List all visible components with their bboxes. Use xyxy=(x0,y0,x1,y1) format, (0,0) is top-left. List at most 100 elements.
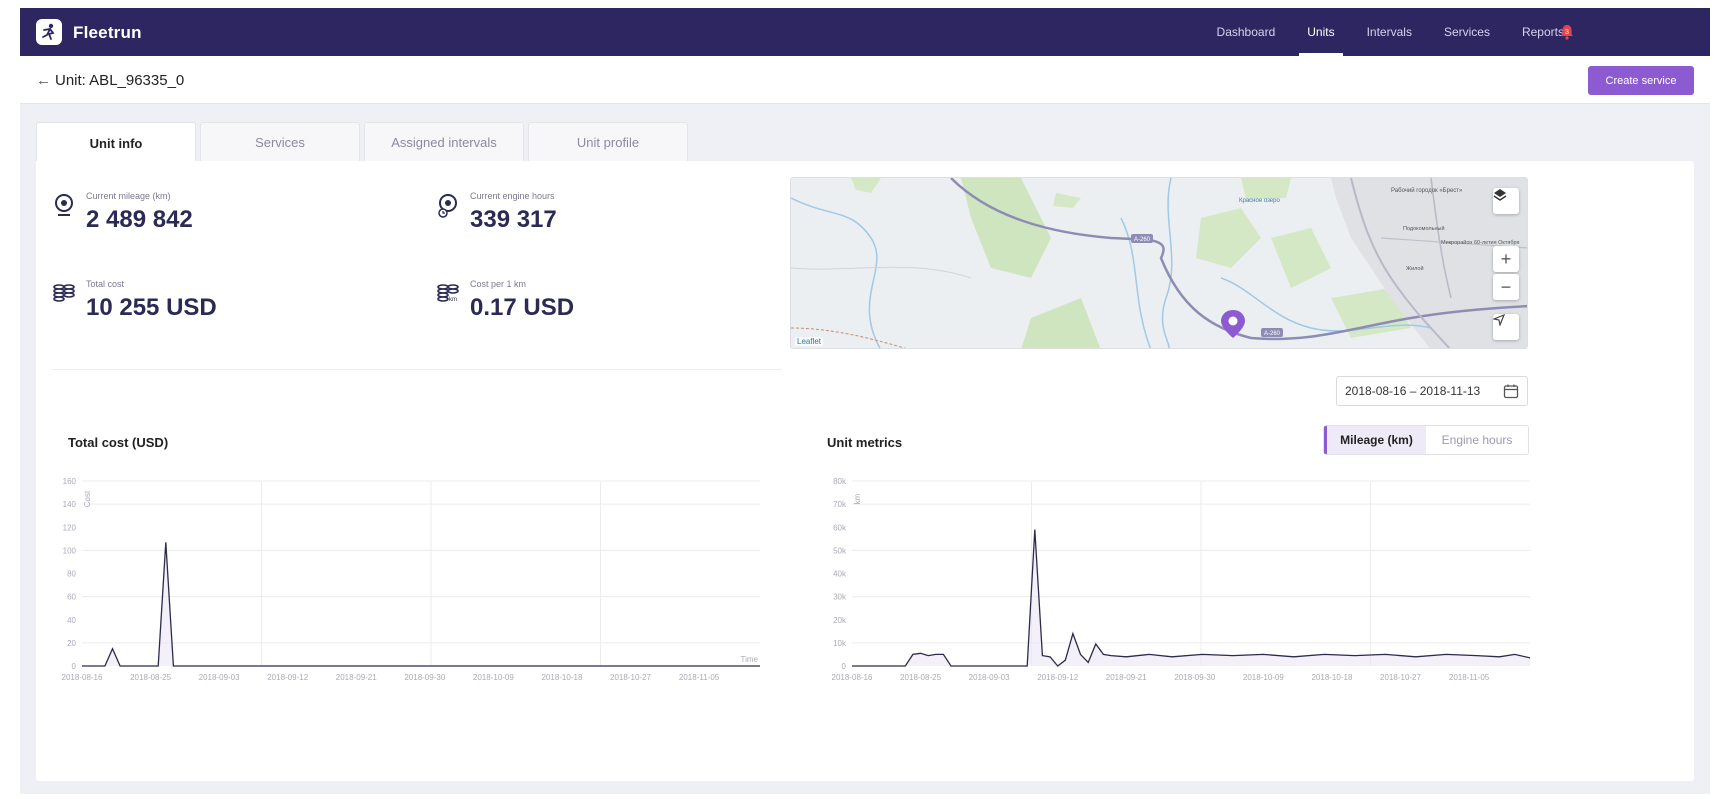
y-tick-label: 10k xyxy=(833,639,847,648)
x-tick-label: 2018-10-18 xyxy=(1311,673,1352,682)
x-tick-label: 2018-10-27 xyxy=(610,673,651,682)
app-window: Fleetrun Dashboard Units Intervals Servi… xyxy=(20,8,1710,794)
y-tick-label: 100 xyxy=(63,546,77,555)
map-place-label: Подокомольный xyxy=(1403,225,1445,232)
page-header: ← Unit: ABL_96335_0 Create service xyxy=(20,56,1710,104)
tab-assigned-intervals[interactable]: Assigned intervals xyxy=(364,122,524,162)
tab-unit-info[interactable]: Unit info xyxy=(36,122,196,163)
stat-label: Cost per 1 km xyxy=(470,279,527,289)
map-place-label: Жилой xyxy=(1406,265,1424,272)
x-tick-label: 2018-08-16 xyxy=(832,673,873,682)
create-service-button[interactable]: Create service xyxy=(1588,66,1694,95)
y-tick-label: 0 xyxy=(842,662,847,671)
y-axis-label: km xyxy=(853,493,862,504)
coins-per-km-icon: km xyxy=(437,284,459,303)
main-nav: Dashboard Units Intervals Services Repor… xyxy=(1201,8,1580,56)
map-locate-icon[interactable] xyxy=(1493,314,1519,340)
brand-name[interactable]: Fleetrun xyxy=(73,23,142,43)
map-tiles[interactable]: A-260 A-260 Красное озеро Рабочий городо… xyxy=(791,178,1528,349)
coins-icon xyxy=(53,284,75,302)
stat-value: 2 489 842 xyxy=(86,206,193,233)
y-axis-label: Cost xyxy=(83,490,92,507)
y-tick-label: 20k xyxy=(833,616,847,625)
x-tick-label: 2018-09-12 xyxy=(1037,673,1078,682)
y-tick-label: 40k xyxy=(833,570,847,579)
x-tick-label: 2018-08-25 xyxy=(130,673,171,682)
tab-unit-profile[interactable]: Unit profile xyxy=(528,122,688,162)
y-tick-label: 40 xyxy=(67,616,76,625)
y-tick-label: 140 xyxy=(63,500,77,509)
x-tick-label: 2018-09-30 xyxy=(404,673,445,682)
y-tick-label: 20 xyxy=(67,639,76,648)
y-tick-label: 80k xyxy=(833,477,847,486)
y-tick-label: 70k xyxy=(833,500,847,509)
back-arrow-icon[interactable]: ← xyxy=(36,72,51,89)
svg-text:km: km xyxy=(449,297,457,303)
map-place-label: Красное озеро xyxy=(1239,198,1280,204)
metric-toggle: Mileage (km) Engine hours xyxy=(1323,425,1529,455)
date-range-value: 2018-08-16 – 2018-11-13 xyxy=(1345,384,1481,398)
nav-units[interactable]: Units xyxy=(1291,8,1350,56)
x-tick-label: 2018-09-12 xyxy=(267,673,308,682)
stat-label: Current engine hours xyxy=(470,191,555,201)
stat-label: Total cost xyxy=(86,279,125,289)
section-divider xyxy=(52,369,782,370)
series-area xyxy=(82,542,760,666)
x-tick-label: 2018-11-05 xyxy=(679,673,720,682)
map-place-label: Микрорайон 60-летия Октября xyxy=(1441,239,1520,246)
y-tick-label: 30k xyxy=(833,593,847,602)
location-pin-icon xyxy=(55,194,73,216)
stat-value: 339 317 xyxy=(470,206,557,233)
x-axis-label: Time xyxy=(741,655,759,664)
map-layers-icon[interactable] xyxy=(1493,188,1519,214)
date-range-picker[interactable]: 2018-08-16 – 2018-11-13 xyxy=(1336,376,1528,406)
tab-services[interactable]: Services xyxy=(200,122,360,162)
fleetrun-logo-icon[interactable] xyxy=(36,19,62,45)
mileage-toggle-button[interactable]: Mileage (km) xyxy=(1324,426,1426,454)
x-tick-label: 2018-10-09 xyxy=(1243,673,1284,682)
unit-location-map[interactable]: A-260 A-260 Красное озеро Рабочий городо… xyxy=(790,177,1528,349)
map-road-label: A-260 xyxy=(1264,331,1281,337)
y-tick-label: 60k xyxy=(833,523,847,532)
x-tick-label: 2018-08-16 xyxy=(62,673,103,682)
x-tick-label: 2018-10-18 xyxy=(541,673,582,682)
x-tick-label: 2018-09-30 xyxy=(1174,673,1215,682)
engine-hours-toggle-button[interactable]: Engine hours xyxy=(1426,426,1528,454)
nav-dashboard[interactable]: Dashboard xyxy=(1201,8,1292,56)
y-tick-label: 50k xyxy=(833,546,847,555)
map-attribution[interactable]: Leaflet xyxy=(795,337,824,346)
unit-metrics-chart[interactable]: 0 10k 20k 30k 40k 50k 60k 70k 80k 2018-08-16 2018-… xyxy=(806,471,1546,701)
engine-hours-icon xyxy=(438,194,457,218)
x-tick-label: 2018-11-05 xyxy=(1449,673,1490,682)
total-cost-chart-title: Total cost (USD) xyxy=(68,435,169,450)
y-tick-label: 60 xyxy=(67,593,76,602)
unit-metrics-chart-title: Unit metrics xyxy=(827,435,903,450)
map-road-label: A-260 xyxy=(1134,237,1151,243)
map-zoom-in-icon[interactable]: + xyxy=(1493,246,1519,272)
x-tick-label: 2018-08-25 xyxy=(900,673,941,682)
nav-services[interactable]: Services xyxy=(1428,8,1506,56)
y-tick-label: 120 xyxy=(63,523,77,532)
unit-tabs: Unit info Services Assigned intervals Un… xyxy=(36,122,688,163)
page-title: Unit: ABL_96335_0 xyxy=(55,72,185,89)
series-line xyxy=(82,542,760,667)
top-navbar: Fleetrun Dashboard Units Intervals Servi… xyxy=(20,8,1710,56)
map-zoom-out-icon[interactable]: − xyxy=(1493,274,1519,300)
stat-label: Current mileage (km) xyxy=(86,191,171,201)
notifications-bell-icon[interactable]: 3 xyxy=(1558,23,1576,41)
map-place-label: Рабочий городок «Брест» xyxy=(1391,187,1463,194)
y-tick-label: 160 xyxy=(63,477,77,486)
x-tick-label: 2018-09-21 xyxy=(336,673,377,682)
x-tick-label: 2018-09-21 xyxy=(1106,673,1147,682)
y-tick-label: 80 xyxy=(67,570,76,579)
x-tick-label: 2018-10-09 xyxy=(473,673,514,682)
nav-intervals[interactable]: Intervals xyxy=(1351,8,1428,56)
calendar-icon[interactable] xyxy=(1503,383,1519,399)
stat-value: 0.17 USD xyxy=(470,294,575,321)
x-tick-label: 2018-09-03 xyxy=(969,673,1010,682)
x-tick-label: 2018-09-03 xyxy=(199,673,240,682)
notifications-count: 3 xyxy=(1565,29,1569,36)
x-tick-label: 2018-10-27 xyxy=(1380,673,1421,682)
unit-info-panel: Current mileage (km) 2 489 842 Current e… xyxy=(36,161,1694,781)
total-cost-chart[interactable]: 0 20 40 60 80 100 120 140 160 2018-08-16 2018-08-2… xyxy=(36,471,776,701)
